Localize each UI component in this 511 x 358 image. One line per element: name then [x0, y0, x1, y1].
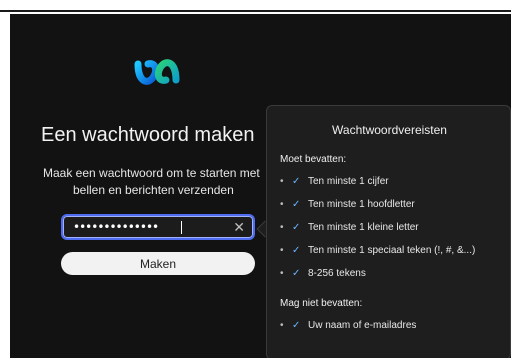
must-not-contain-heading: Mag niet bevatten:	[280, 298, 363, 309]
password-requirements-popover: Wachtwoordvereisten Moet bevatten: • ✓ Ten…	[266, 105, 511, 358]
make-button[interactable]: Maken	[61, 252, 255, 275]
checkmark-icon: ✓	[292, 245, 301, 256]
text-caret	[181, 221, 182, 234]
requirement-item: • ✓ 8-256 tekens	[280, 268, 366, 279]
page-title: Een wachtwoord maken	[41, 124, 255, 146]
bullet: •	[280, 222, 284, 233]
bullet: •	[280, 176, 284, 187]
requirement-item: • ✓ Ten minste 1 speciaal teken (!, #, &..…	[280, 245, 475, 256]
password-field[interactable]: •••••••••••••• ✕	[61, 214, 255, 240]
webex-logo-icon	[134, 59, 180, 85]
create-password-window: Een wachtwoord maken Maak een wachtwoord…	[10, 14, 511, 358]
checkmark-icon: ✓	[292, 320, 301, 331]
requirement-item: • ✓ Ten minste 1 kleine letter	[280, 222, 419, 233]
requirement-text: Ten minste 1 cijfer	[308, 176, 389, 187]
checkmark-icon: ✓	[292, 199, 301, 210]
bullet: •	[280, 320, 284, 331]
bullet: •	[280, 199, 284, 210]
requirement-item: • ✓ Ten minste 1 cijfer	[280, 176, 389, 187]
top-bar	[0, 0, 511, 12]
requirement-text: Uw naam of e-mailadres	[308, 320, 417, 331]
subtitle-line-1: Maak een wachtwoord om te starten met	[43, 166, 260, 180]
bullet: •	[280, 245, 284, 256]
checkmark-icon: ✓	[292, 268, 301, 279]
must-contain-heading: Moet bevatten:	[280, 154, 347, 165]
requirements-title: Wachtwoordvereisten	[332, 123, 447, 137]
checkmark-icon: ✓	[292, 176, 301, 187]
close-icon[interactable]: ✕	[233, 219, 245, 236]
password-value: ••••••••••••••	[73, 220, 159, 234]
subtitle: Maak een wachtwoord om te starten met be…	[43, 165, 283, 199]
requirement-item: • ✓ Uw naam of e-mailadres	[280, 320, 416, 331]
requirement-text: Ten minste 1 kleine letter	[308, 222, 419, 233]
requirement-text: 8-256 tekens	[308, 268, 366, 279]
bullet: •	[280, 268, 284, 279]
requirement-item: • ✓ Ten minste 1 hoofdletter	[280, 199, 415, 210]
requirement-text: Ten minste 1 hoofdletter	[308, 199, 415, 210]
checkmark-icon: ✓	[292, 222, 301, 233]
requirement-text: Ten minste 1 speciaal teken (!, #, &...)	[308, 245, 476, 256]
subtitle-line-2: bellen en berichten verzenden	[73, 183, 234, 197]
